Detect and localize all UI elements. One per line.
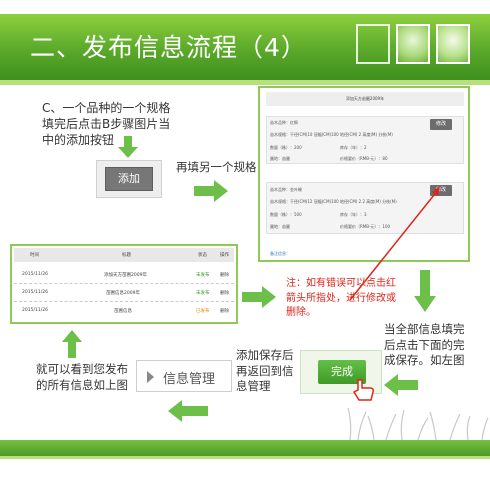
see-all-text: 就可以看到您发布的所有信息如上图 (36, 362, 128, 392)
form-variety-1: 苗木品种：红枫 (270, 120, 298, 125)
table-cell-delete[interactable]: 删除 (220, 290, 229, 296)
arrow-down-icon-2 (414, 270, 436, 312)
table-col-title: 标题 (122, 253, 131, 258)
table-cell-title[interactable]: 苗圃信息 (114, 308, 132, 314)
form-title: 添加天方苗圃2009年 (266, 92, 464, 106)
table-cell-status: 未发布 (196, 291, 210, 296)
footer-bar (0, 440, 490, 456)
header-stripe (0, 80, 490, 85)
sprout-photo (396, 24, 430, 64)
step-c-text: C、一个品种的一个规格填完后点击B步骤图片当中的添加按钮 (42, 101, 171, 148)
add-save-text: 添加保存后再返回到信息管理 (236, 348, 294, 394)
all-done-text: 当全部信息填完后点击下面的完成保存。如左图 (384, 322, 465, 368)
form-spec-1: 苗木规格：干径(CM)10 冠幅(CM)100 地径(CM) 2 高度(M) 分… (270, 132, 393, 137)
arrow-right-icon-2 (242, 286, 276, 308)
table-cell-time: 2015/11/26 (22, 290, 48, 295)
hand-cursor-icon (352, 379, 374, 401)
caret-right-icon (147, 371, 154, 383)
arrow-right-icon (194, 180, 228, 202)
form-price-1: 价格要价（RMB-元）：80 (340, 156, 388, 161)
table-col-action: 操作 (220, 253, 229, 258)
table-col-time: 时间 (30, 253, 39, 258)
table-cell-delete[interactable]: 删除 (220, 272, 229, 278)
footer-stripe (0, 456, 490, 459)
form-location-2: 圃地：苗圃 (270, 224, 290, 229)
table-cell-status: 未发布 (196, 273, 210, 278)
decorative-frame (356, 24, 390, 64)
slide: 二、发布信息流程（4） C、一个品种的一个规格填完后点击B步骤图片当中的添加按钮… (0, 0, 490, 490)
form-notes-link[interactable]: 备注信息： (270, 251, 290, 257)
table-cell-delete[interactable]: 删除 (220, 308, 229, 314)
table-cell-title[interactable]: 苗圃信息2009年 (106, 290, 140, 296)
leaf-photo (436, 24, 470, 64)
note-text: 注：如有错误可以点击红箭头所指处，进行修改或删除。 (286, 278, 396, 318)
arrow-down-icon (118, 136, 138, 158)
info-manage-button[interactable]: 信息管理 (136, 360, 232, 392)
table-cell-time: 2015/11/26 (22, 272, 48, 277)
info-table-screenshot: 时间 标题 状态 操作 2015/11/26 添加天方苗圃2009年 未发布 删… (10, 244, 238, 324)
page-title: 二、发布信息流程（4） (30, 33, 307, 62)
form-variety-2: 苗木品种：金叶榆 (270, 187, 302, 192)
table-cell-title[interactable]: 添加天方苗圃2009年 (104, 272, 147, 278)
form-qty-1: 数量（株）：200 (270, 145, 302, 150)
table-cell-time: 2015/11/26 (22, 308, 48, 313)
form-stock-1: 库存（年）：2 (340, 145, 367, 150)
arrow-left-icon-2 (168, 400, 208, 422)
refill-text: 再填另一个规格 (176, 160, 257, 174)
form-location-1: 圃地：苗圃 (270, 156, 290, 161)
edit-button-1[interactable]: 修改 (430, 119, 452, 130)
arrow-up-icon (62, 330, 82, 358)
form-qty-2: 数量（株）：500 (270, 212, 302, 217)
add-button[interactable]: 添加 (105, 167, 153, 191)
info-manage-label: 信息管理 (163, 372, 216, 387)
grass-decoration (347, 407, 489, 440)
table-col-status: 状态 (198, 253, 207, 258)
arrow-left-icon (384, 374, 418, 396)
table-cell-status: 已发布 (196, 309, 210, 314)
